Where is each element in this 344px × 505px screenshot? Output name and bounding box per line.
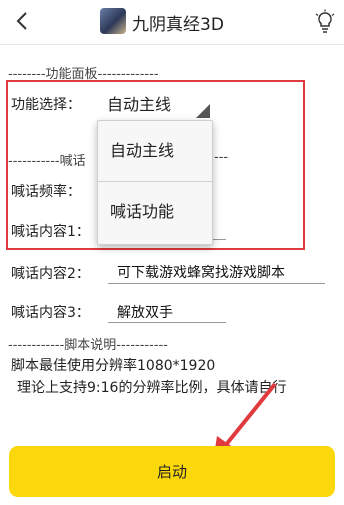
lightbulb-icon[interactable] — [313, 9, 337, 35]
content3-label: 喊话内容3： — [11, 305, 90, 321]
game-avatar-icon — [100, 8, 126, 34]
content2-label: 喊话内容2： — [11, 266, 90, 282]
title-bar: 九阴真经3D — [0, 0, 344, 45]
script-info-line1: 脚本最佳使用分辨率1080*1920 — [11, 358, 216, 374]
content3-value: 解放双手 — [117, 305, 173, 321]
function-dropdown: 自动主线 喊话功能 — [97, 120, 213, 245]
dropdown-option-talk[interactable]: 喊话功能 — [98, 182, 212, 242]
dropdown-option-auto-main[interactable]: 自动主线 — [98, 121, 212, 181]
content2-field[interactable] — [108, 283, 325, 284]
page-title: 九阴真经3D — [132, 15, 224, 35]
script-info-separator: ------------脚本说明----------- — [8, 338, 168, 353]
script-info-line2: 理论上支持9:16的分辨率比例，具体请自行 — [17, 380, 287, 396]
content3-field[interactable] — [108, 322, 226, 323]
content2-value: 可下载游戏蜂窝找游戏脚本 — [117, 265, 285, 281]
back-arrow-icon[interactable] — [8, 6, 38, 36]
start-button[interactable]: 启动 — [9, 446, 335, 497]
